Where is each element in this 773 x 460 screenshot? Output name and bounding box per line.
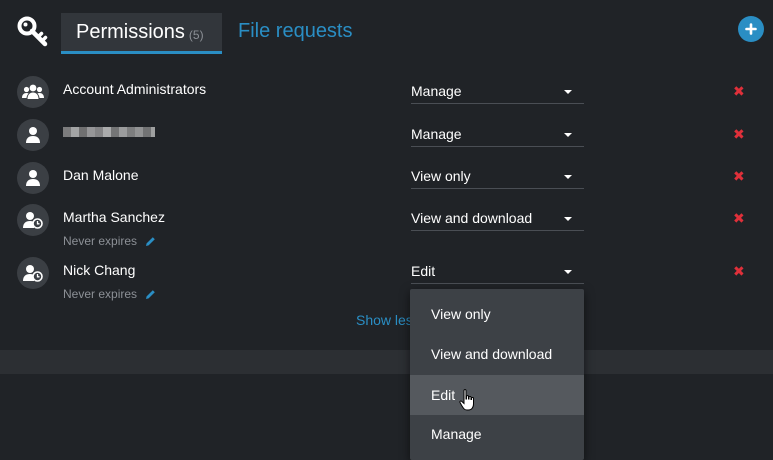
remove-permission-button[interactable]: ✖ — [733, 84, 745, 98]
user-icon — [26, 127, 40, 143]
chevron-down-icon — [564, 90, 572, 94]
avatar — [17, 76, 49, 108]
menu-item-view-and-download[interactable]: View and download — [410, 334, 584, 374]
expiration-info: Never expires — [63, 234, 156, 248]
user-clock-icon — [23, 265, 43, 282]
principal-name: Dan Malone — [63, 167, 139, 183]
chevron-down-icon — [564, 217, 572, 221]
pencil-icon[interactable] — [145, 236, 156, 247]
menu-item-edit[interactable]: Edit — [410, 375, 584, 415]
permission-select[interactable]: Manage — [411, 125, 584, 147]
remove-permission-button[interactable]: ✖ — [733, 211, 745, 225]
user-clock-icon — [23, 212, 43, 229]
permission-select-value: View and download — [411, 210, 533, 226]
chevron-down-icon — [564, 133, 572, 137]
lower-area — [0, 374, 773, 460]
avatar — [17, 257, 49, 289]
plus-icon — [745, 23, 757, 35]
hand-cursor-icon — [459, 389, 474, 411]
permission-select-value: Manage — [411, 83, 462, 99]
principal-name: Account Administrators — [63, 81, 207, 97]
chevron-down-icon — [564, 175, 572, 179]
avatar — [17, 204, 49, 236]
tab-permissions-label: Permissions — [76, 20, 185, 43]
permission-select[interactable]: View and download — [411, 209, 584, 231]
key-icon — [17, 16, 48, 47]
remove-permission-button[interactable]: ✖ — [733, 127, 745, 141]
tab-file-requests[interactable]: File requests — [238, 20, 353, 46]
principal-name: Martha Sanchez — [63, 209, 165, 225]
permission-select-value: View only — [411, 168, 471, 184]
permission-select[interactable]: Manage — [411, 82, 584, 104]
group-icon — [22, 84, 44, 99]
redacted-name — [63, 127, 155, 137]
pencil-icon[interactable] — [145, 289, 156, 300]
expiration-info: Never expires — [63, 287, 156, 301]
user-icon — [26, 170, 40, 186]
avatar — [17, 162, 49, 194]
permission-select-value: Manage — [411, 126, 462, 142]
expiration-text: Never expires — [63, 287, 138, 301]
expiration-text: Never expires — [63, 234, 138, 248]
principal-name: Nick Chang — [63, 262, 136, 278]
permission-dropdown-menu: View only View and download Edit Manage — [410, 289, 584, 460]
menu-item-view-only[interactable]: View only — [410, 294, 584, 334]
remove-permission-button[interactable]: ✖ — [733, 264, 745, 278]
avatar — [17, 119, 49, 151]
remove-permission-button[interactable]: ✖ — [733, 169, 745, 183]
tab-permissions[interactable]: Permissions (5) — [61, 13, 222, 54]
menu-item-manage[interactable]: Manage — [410, 414, 584, 454]
footer-band — [0, 350, 773, 374]
permission-select[interactable]: View only — [411, 167, 584, 189]
chevron-down-icon — [564, 270, 572, 274]
permission-select[interactable]: Edit — [411, 262, 584, 284]
permission-select-value: Edit — [411, 263, 436, 279]
add-permission-button[interactable] — [738, 16, 764, 42]
tab-permissions-count: (5) — [188, 27, 204, 42]
